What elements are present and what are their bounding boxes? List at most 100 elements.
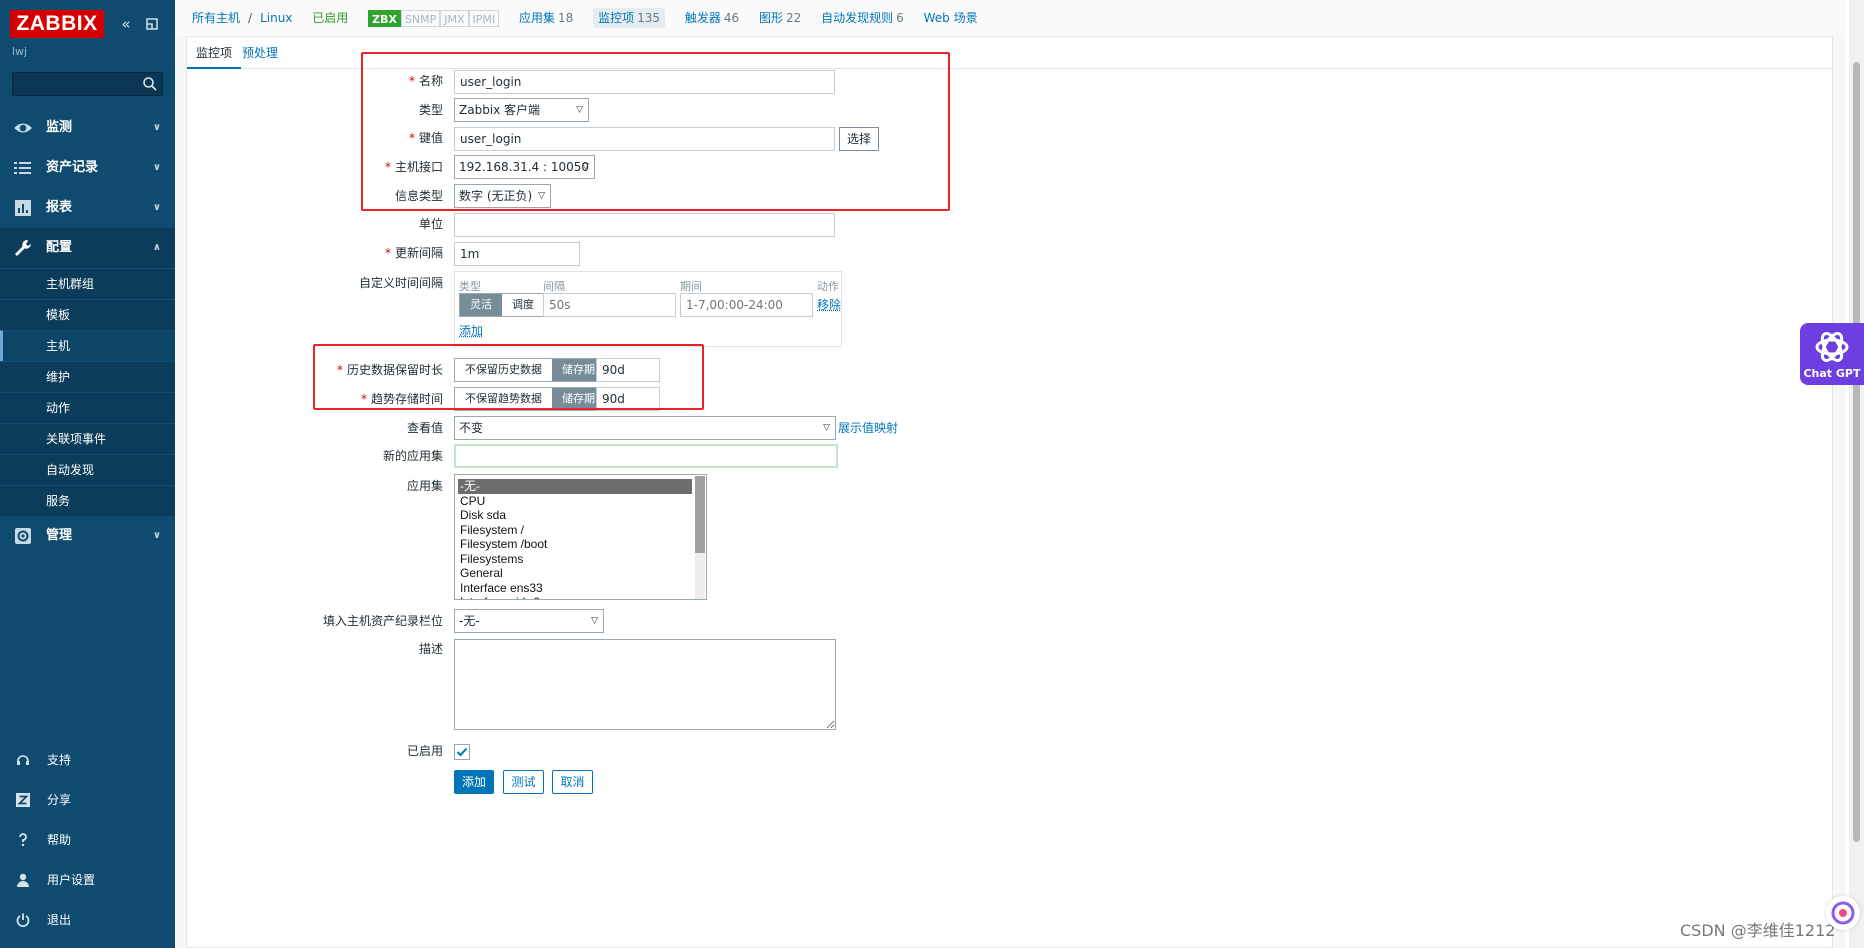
info-type-label: 信息类型 — [394, 189, 443, 203]
chevron-up-icon: ∧ — [152, 242, 161, 253]
menu-administration[interactable]: 管理 ∨ — [0, 516, 175, 556]
tab-items[interactable]: 监控项 135 — [593, 8, 666, 28]
tab-applications[interactable]: 应用集 18 — [519, 11, 573, 25]
enabled-checkbox[interactable] — [454, 744, 470, 760]
application-option[interactable]: Interface ens33 — [455, 581, 706, 596]
cancel-button[interactable]: 取消 — [552, 770, 593, 794]
key-label: * 键值 — [187, 126, 443, 150]
menu-help-label: 帮助 — [47, 833, 72, 847]
custom-interval-input[interactable] — [543, 293, 676, 317]
search-icon[interactable] — [142, 76, 158, 92]
menu-monitoring[interactable]: 监测 ∨ — [0, 108, 175, 148]
menu-share-label: 分享 — [47, 793, 72, 807]
menu-inventory[interactable]: 资产记录 ∨ — [0, 148, 175, 188]
host-status-enabled[interactable]: 已启用 — [312, 11, 348, 25]
application-option[interactable]: -无- — [458, 479, 692, 494]
tab-graphs-label: 图形 — [759, 11, 784, 25]
tab-triggers-count: 46 — [723, 11, 740, 25]
badge-snmp: SNMP — [400, 10, 441, 27]
menu-share[interactable]: 分享 — [0, 780, 175, 820]
inventory-select[interactable]: -无- ▽ — [454, 609, 604, 633]
page-scroll-thumb[interactable] — [1853, 62, 1860, 842]
add-interval-link[interactable]: 添加 — [459, 321, 483, 341]
kiosk-mode-icon[interactable] — [142, 14, 162, 34]
menu-support[interactable]: 支持 — [0, 740, 175, 780]
tab-items-label: 监控项 — [598, 11, 635, 25]
submenu-maintenance[interactable]: 维护 — [0, 361, 175, 392]
name-label-text: 名称 — [418, 74, 443, 88]
submenu-actions[interactable]: 动作 — [0, 392, 175, 423]
menu-help[interactable]: 帮助 — [0, 820, 175, 860]
custom-period-input[interactable] — [680, 293, 813, 317]
update-interval-input[interactable] — [454, 242, 580, 266]
interval-type-flexible[interactable]: 灵活 — [460, 294, 502, 316]
breadcrumb-all-hosts[interactable]: 所有主机 — [192, 11, 240, 25]
application-option[interactable]: Interface virbr0 — [455, 595, 706, 599]
menu-user-settings[interactable]: 用户设置 — [0, 860, 175, 900]
applications-listbox[interactable]: -无- CPU Disk sda Filesystem / Filesystem /bo… — [454, 474, 707, 600]
units-label: 单位 — [418, 217, 443, 231]
trends-do-not-keep[interactable]: 不保留趋势数据 — [455, 388, 552, 410]
menu-configuration[interactable]: 配置 ∧ — [0, 228, 175, 268]
type-select[interactable]: Zabbix 客户端 ▽ — [454, 98, 589, 122]
custom-intervals-label: 自定义时间间隔 — [358, 276, 443, 290]
add-button[interactable]: 添加 — [454, 770, 494, 794]
history-input[interactable] — [596, 358, 660, 382]
sidebar-search-input[interactable] — [13, 73, 138, 95]
gear-icon — [15, 528, 31, 544]
history-label: * 历史数据保留时长 — [187, 358, 443, 382]
tab-discovery-rules[interactable]: 自动发现规则 6 — [821, 11, 904, 25]
application-option[interactable]: Filesystems — [455, 552, 706, 567]
new-app-input[interactable] — [454, 444, 838, 468]
assistant-logo-icon — [1831, 901, 1855, 925]
remove-interval-link[interactable]: 移除 — [817, 295, 841, 315]
application-option[interactable]: Filesystem / — [455, 523, 706, 538]
trends-input[interactable] — [596, 387, 660, 411]
submenu-host-groups[interactable]: 主机群组 — [0, 268, 175, 299]
description-textarea[interactable] — [454, 639, 836, 730]
type-label: 类型 — [418, 103, 443, 117]
submenu-discovery[interactable]: 自动发现 — [0, 454, 175, 485]
required-mark: * — [408, 74, 415, 88]
key-input[interactable] — [454, 127, 835, 151]
key-select-button[interactable]: 选择 — [839, 127, 879, 151]
breadcrumb-host[interactable]: Linux — [260, 11, 292, 25]
tab-graphs[interactable]: 图形 22 — [759, 11, 801, 25]
tab-preprocessing[interactable]: 预处理 — [233, 37, 287, 69]
zabbix-logo[interactable]: ZABBIX — [10, 10, 104, 38]
tab-web-scenarios[interactable]: Web 场景 — [924, 11, 978, 25]
chatgpt-widget[interactable]: Chat GPT — [1800, 323, 1864, 385]
tab-triggers-label: 触发器 — [684, 11, 721, 25]
menu-reports[interactable]: 报表 ∨ — [0, 188, 175, 228]
collapse-sidebar-icon[interactable]: « — [116, 14, 136, 34]
wrench-icon — [15, 240, 31, 256]
test-button[interactable]: 测试 — [503, 770, 544, 794]
show-value-mappings-link[interactable]: 展示值映射 — [838, 418, 898, 438]
history-do-not-keep[interactable]: 不保留历史数据 — [455, 359, 552, 381]
menu-sign-out[interactable]: 退出 — [0, 900, 175, 940]
required-mark: * — [384, 160, 391, 174]
application-option[interactable]: Filesystem /boot — [455, 537, 706, 552]
submenu-event-correlation[interactable]: 关联项事件 — [0, 423, 175, 454]
listbox-scroll-thumb[interactable] — [695, 476, 705, 553]
submenu-services[interactable]: 服务 — [0, 485, 175, 516]
units-input[interactable] — [454, 213, 835, 237]
info-type-select[interactable]: 数字 (无正负) ▽ — [454, 184, 551, 208]
sidebar: ZABBIX « lwj 监测 ∨ 资产记录 ∨ 报表 ∨ 配置 ∧ 主机群组 … — [0, 0, 175, 948]
trends-toggle: 不保留趋势数据 储存期 — [454, 387, 606, 411]
name-input[interactable] — [454, 70, 835, 94]
submenu-hosts[interactable]: 主机 — [0, 330, 175, 361]
tab-triggers[interactable]: 触发器 46 — [685, 11, 739, 25]
chart-icon — [15, 200, 31, 216]
application-option[interactable]: Disk sda — [455, 508, 706, 523]
trends-label-text: 趋势存储时间 — [370, 392, 443, 406]
submenu-templates[interactable]: 模板 — [0, 299, 175, 330]
assistant-corner-icon[interactable] — [1826, 896, 1860, 930]
required-mark: * — [384, 246, 391, 260]
application-option[interactable]: General — [455, 566, 706, 581]
interval-type-scheduling[interactable]: 调度 — [502, 294, 544, 316]
interface-select[interactable]: 192.168.31.4 : 10050 ▽ — [454, 155, 595, 179]
application-option[interactable]: CPU — [455, 494, 706, 509]
value-map-select[interactable]: 不变 ▽ — [454, 416, 836, 440]
page-scrollbar[interactable] — [1849, 0, 1864, 948]
